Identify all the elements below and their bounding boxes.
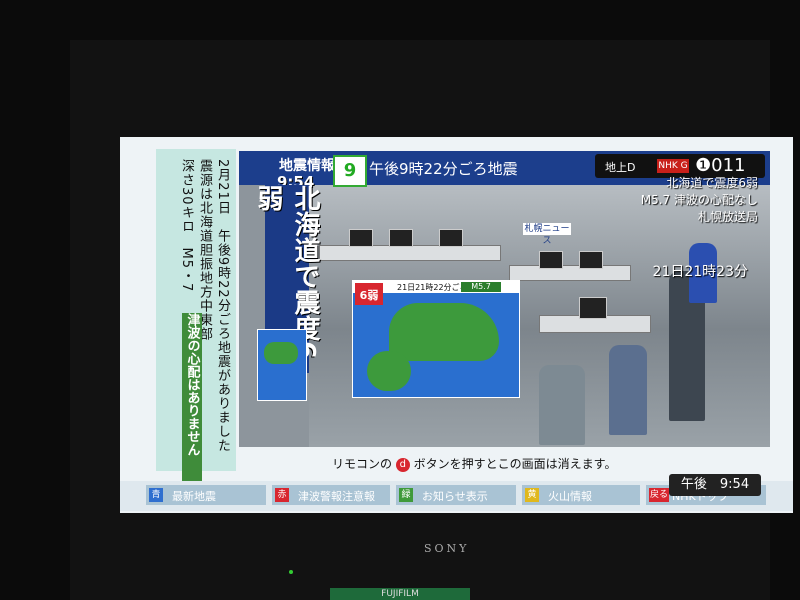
earthquake-info-tag: 地震情報 <box>279 158 335 174</box>
fujifilm-label: FUJIFILM <box>330 588 470 600</box>
monitor <box>579 251 603 269</box>
tsunami-notice: 津波の心配はありません <box>182 313 202 483</box>
broadcast-timestamp: 21日21時23分 <box>652 264 748 280</box>
hokkaido-land <box>389 303 499 361</box>
max-intensity-badge: 6弱 <box>355 283 383 305</box>
monitor <box>579 297 607 319</box>
notice-display-button[interactable]: 緑 お知らせ表示 <box>396 485 516 505</box>
nhk-logo: NHK G <box>657 159 689 173</box>
button-label: 火山情報 <box>548 490 592 503</box>
seated-person <box>609 345 647 435</box>
sony-logo: SONY <box>424 542 470 555</box>
remote-instruction: リモコンの d ボタンを押すとこの画面は消えます。 <box>332 455 616 472</box>
sapporo-news-sign: 札幌ニュース <box>523 223 571 246</box>
broadcast-caption: 北海道で震度6弱 M5.7 津波の心配なし 札幌放送局 <box>641 175 758 226</box>
tv-clock-overlay: 午後 9:54 <box>669 474 761 496</box>
mini-map <box>257 329 307 401</box>
caption-line: M5.7 津波の心配なし <box>640 193 758 207</box>
channel-number: ❶011 <box>695 155 746 176</box>
earthquake-info-panel: 2月21日 午後9時22分ごろ地震がありました 震源は北海道胆振地方中東部 深さ… <box>156 149 236 483</box>
d-button-icon: d <box>395 457 410 472</box>
back-key-icon: 戻る <box>649 488 669 502</box>
button-label: お知らせ表示 <box>422 490 488 503</box>
volcano-info-button[interactable]: 黄 火山情報 <box>522 485 640 505</box>
instruction-after: ボタンを押すとこの画面は消えます。 <box>413 457 617 471</box>
green-key-icon: 緑 <box>399 488 413 502</box>
oshima-land <box>367 351 411 391</box>
caption-line: 札幌放送局 <box>697 210 758 224</box>
info-line-depth: 深さ30キロ M5・7 <box>179 159 194 293</box>
desk <box>509 265 631 281</box>
caption-line: 北海道で震度6弱 <box>666 176 758 190</box>
red-key-icon: 赤 <box>275 488 289 502</box>
blue-key-icon: 青 <box>149 488 163 502</box>
mini-map-land <box>264 342 298 364</box>
button-label: 津波警報注意報 <box>298 490 375 503</box>
button-label: 最新地震 <box>172 490 216 503</box>
broadcast-video: 札幌ニュース 地震情報 午後9時22分ごろ地震 地上D NHK G ❶011 9… <box>239 151 770 447</box>
tsunami-warning-button[interactable]: 赤 津波警報注意報 <box>272 485 390 505</box>
tv-screen: 2月21日 午後9時22分ごろ地震がありました 震源は北海道胆振地方中東部 深さ… <box>120 137 793 513</box>
person-foreground <box>539 365 585 445</box>
program-logo: 9 <box>333 155 367 187</box>
monitor <box>539 251 563 269</box>
map-magnitude: M5.7 <box>461 282 501 292</box>
yellow-key-icon: 黄 <box>525 488 539 502</box>
monitor <box>389 229 413 247</box>
map-date: 21日21時22分ごろ <box>397 283 468 292</box>
monitor <box>439 229 463 247</box>
channel-type: 地上D <box>605 161 636 174</box>
desk <box>319 245 501 261</box>
latest-quake-button[interactable]: 青 最新地震 <box>146 485 266 505</box>
power-led <box>289 570 293 574</box>
quake-time-headline: 午後9時22分ごろ地震 <box>369 160 518 178</box>
instruction-before: リモコンの <box>332 457 393 471</box>
intensity-map: 21日21時22分ごろ M5.7 6弱 <box>352 280 520 398</box>
info-line-date: 2月21日 午後9時22分ごろ地震がありました <box>215 159 230 453</box>
monitor <box>349 229 373 247</box>
max-intensity-value: 6弱 <box>359 289 379 302</box>
